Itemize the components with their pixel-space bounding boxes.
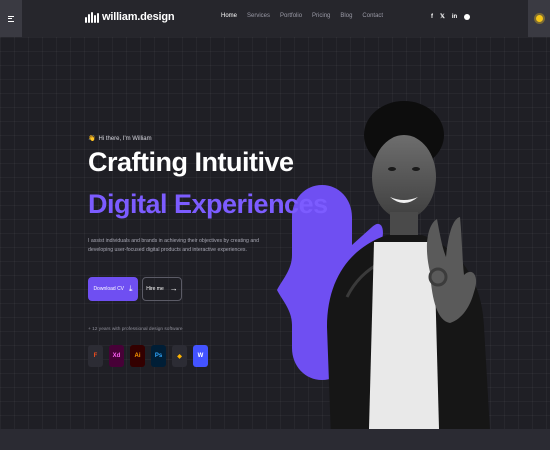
logo-icon (85, 11, 99, 23)
nav-pricing[interactable]: Pricing (312, 13, 330, 19)
nav-home[interactable]: Home (221, 13, 237, 19)
x-icon[interactable]: 𝕏 (440, 13, 445, 20)
bottom-strip (0, 429, 550, 450)
hero-title-line2: Digital Experiences (88, 189, 328, 219)
social-links: f 𝕏 in (431, 13, 471, 20)
hero-description: I assist individuals and brands in achie… (88, 238, 259, 253)
nav-portfolio[interactable]: Portfolio (280, 13, 302, 19)
download-cv-button[interactable]: Download CV ⤓ (88, 277, 138, 301)
nav-services[interactable]: Services (247, 13, 270, 19)
portrait-image (327, 101, 490, 429)
linkedin-icon[interactable]: in (452, 14, 457, 20)
download-cv-label: Download CV (93, 286, 125, 292)
download-icon: ⤓ (129, 284, 133, 293)
facebook-icon[interactable]: f (431, 14, 433, 20)
hire-me-button[interactable]: Hire me → (142, 277, 182, 301)
illustrator-icon: Ai (130, 345, 145, 367)
hero-section: 👋 Hi there, I'm William Crafting Intuiti… (0, 37, 550, 429)
waving-hand-icon: 👋 (88, 136, 96, 142)
greeting: 👋 Hi there, I'm William (88, 135, 152, 143)
hamburger-icon (8, 15, 14, 22)
hero-title-line1: Crafting Intuitive (88, 147, 294, 177)
figma-icon: F (88, 345, 103, 367)
tools-list: F Xd Ai Ps ◆ W (88, 345, 208, 367)
nav-blog[interactable]: Blog (340, 13, 352, 19)
greeting-text: Hi there, I'm William (98, 135, 152, 142)
theme-toggle-button[interactable] (528, 0, 550, 37)
nav-contact[interactable]: Contact (362, 13, 383, 19)
webflow-icon: W (193, 345, 208, 367)
experience-text: + 12 years with professional design soft… (88, 327, 183, 332)
logo-text: william.design (102, 11, 175, 23)
main-nav: Home Services Portfolio Pricing Blog Con… (221, 13, 383, 19)
photoshop-icon: Ps (151, 345, 166, 367)
logo[interactable]: william.design (85, 11, 175, 23)
menu-button[interactable] (0, 0, 22, 37)
site-header: william.design Home Services Portfolio P… (0, 0, 550, 37)
github-icon[interactable] (464, 13, 471, 20)
arrow-right-icon: → (169, 284, 178, 293)
page: william.design Home Services Portfolio P… (0, 0, 550, 450)
sun-icon (535, 15, 543, 22)
sketch-icon: ◆ (172, 345, 187, 367)
hire-me-label: Hire me (146, 286, 164, 292)
adobe-xd-icon: Xd (109, 345, 124, 367)
